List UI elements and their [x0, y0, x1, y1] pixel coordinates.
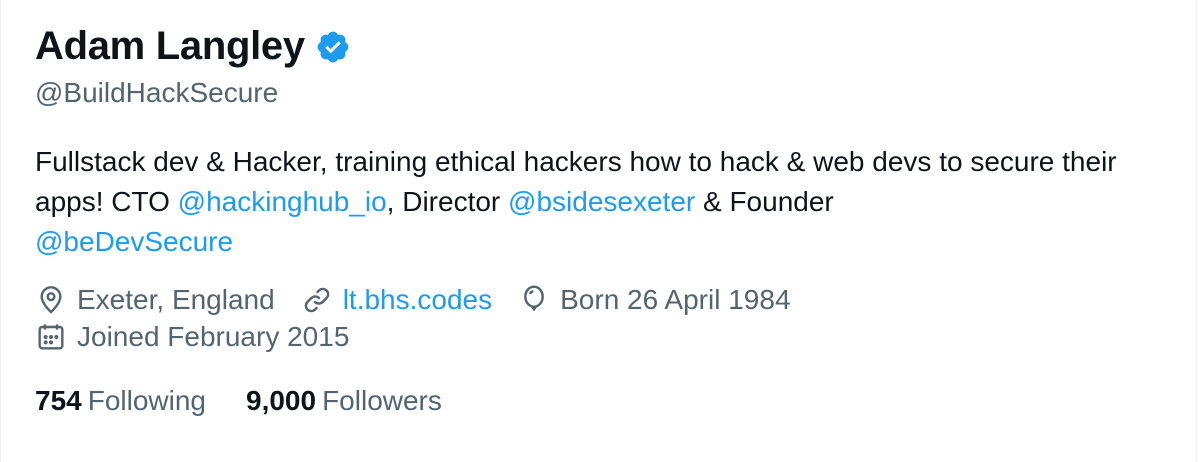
website[interactable]: lt.bhs.codes	[301, 281, 492, 319]
mention-bsidesexeter[interactable]: @bsidesexeter	[508, 186, 695, 217]
name-row: Adam Langley	[35, 22, 351, 70]
profile-card: Adam Langley @BuildHackSecure Fullstack …	[0, 0, 1197, 462]
joined: Joined February 2015	[35, 318, 349, 356]
balloon-icon	[524, 285, 544, 312]
followers-count: 9,000	[246, 385, 317, 416]
following-link[interactable]: 754 Following	[35, 382, 206, 420]
link-icon	[304, 287, 329, 313]
birthday-text: Born 26 April 1984	[560, 284, 791, 315]
calendar-icon	[38, 324, 64, 350]
joined-text: Joined February 2015	[77, 321, 350, 352]
bio-text: & Founder	[695, 186, 834, 217]
mention-bedevsecure[interactable]: @beDevSecure	[35, 226, 233, 257]
following-label: Following	[87, 385, 206, 416]
user-handle: @BuildHackSecure	[35, 77, 279, 108]
followers-label: Followers	[322, 385, 442, 416]
profile-meta-row: Exeter, England lt.bhs.codes Born 26 Apr…	[35, 281, 817, 319]
mention-hackinghub[interactable]: @hackinghub_io	[178, 186, 387, 217]
followers-link[interactable]: 9,000 Followers	[246, 382, 442, 420]
follow-stats: 754 Following 9,000 Followers	[35, 382, 482, 420]
following-count: 754	[35, 385, 82, 416]
verified-badge-icon[interactable]	[315, 29, 351, 65]
bio-text: , Director	[386, 186, 509, 217]
location-text: Exeter, England	[77, 284, 275, 315]
location-pin-icon	[40, 286, 62, 314]
display-name: Adam Langley	[35, 24, 305, 68]
profile-meta-row: Joined February 2015	[35, 318, 375, 356]
location: Exeter, England	[35, 281, 275, 319]
website-link[interactable]: lt.bhs.codes	[343, 281, 492, 319]
bio: Fullstack dev & Hacker, training ethical…	[35, 142, 1175, 262]
birthday: Born 26 April 1984	[518, 281, 791, 319]
